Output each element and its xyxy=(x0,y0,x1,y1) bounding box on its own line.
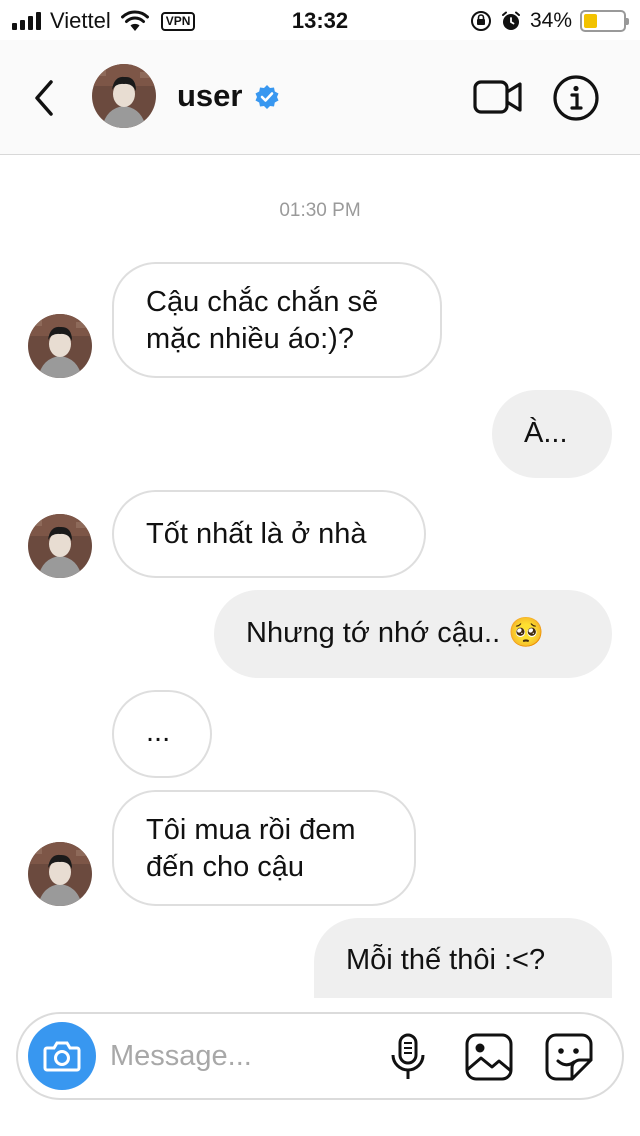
outgoing-message-bubble[interactable]: À... xyxy=(492,390,612,478)
header-username[interactable]: user xyxy=(177,78,242,114)
outgoing-message-bubble[interactable]: Mỗi thế thôi :<? xyxy=(314,918,612,998)
outgoing-message-bubble[interactable]: Nhưng tớ nhớ cậu.. 🥺 xyxy=(214,590,612,678)
message-text: Cậu chắc chắn sẽ xyxy=(146,286,379,318)
status-bar: Viettel VPN 13:32 34% xyxy=(0,0,640,40)
camera-button[interactable] xyxy=(28,1022,96,1090)
message-text: À... xyxy=(524,417,568,449)
message-text: đến cho cậu xyxy=(146,851,305,883)
message-text: mặc nhiều áo:)? xyxy=(146,323,354,355)
message-composer xyxy=(16,1012,624,1100)
alarm-icon xyxy=(501,11,520,30)
sticker-icon[interactable] xyxy=(544,1032,594,1082)
message-text: Nhưng tớ nhớ cậu.. 🥺 xyxy=(246,617,545,649)
message-text: Tôi mua rồi đem xyxy=(146,814,356,846)
incoming-message-bubble[interactable]: Tốt nhất là ở nhà xyxy=(112,490,426,578)
incoming-message-bubble[interactable]: ... xyxy=(112,690,212,778)
incoming-message-bubble[interactable]: Cậu chắc chắn sẽ mặc nhiều áo:)? xyxy=(112,262,442,378)
message-text: Tốt nhất là ở nhà xyxy=(146,518,367,550)
message-timestamp: 01:30 PM xyxy=(279,200,361,221)
info-icon[interactable] xyxy=(552,74,600,122)
battery-icon xyxy=(580,10,629,32)
header-avatar[interactable] xyxy=(92,64,156,128)
battery-percent: 34% xyxy=(529,9,572,32)
status-right: 34% xyxy=(470,7,629,35)
gallery-icon[interactable] xyxy=(464,1032,514,1082)
sender-avatar[interactable] xyxy=(28,314,92,378)
microphone-icon[interactable] xyxy=(388,1032,428,1082)
incoming-message-bubble[interactable]: Tôi mua rồi đem đến cho cậu xyxy=(112,790,416,906)
rotation-lock-icon xyxy=(470,11,491,31)
sender-avatar[interactable] xyxy=(28,842,92,906)
battery-level-fill xyxy=(584,14,597,28)
camera-icon xyxy=(43,1041,81,1072)
video-call-icon[interactable] xyxy=(472,76,524,118)
message-text: Mỗi thế thôi :<? xyxy=(346,944,546,976)
verified-badge-icon xyxy=(255,85,279,109)
back-chevron-icon xyxy=(35,80,53,116)
message-text: ... xyxy=(146,716,171,748)
back-button[interactable] xyxy=(22,76,66,120)
chat-header: user xyxy=(0,40,640,155)
sender-avatar[interactable] xyxy=(28,514,92,578)
message-input[interactable] xyxy=(110,1034,370,1078)
